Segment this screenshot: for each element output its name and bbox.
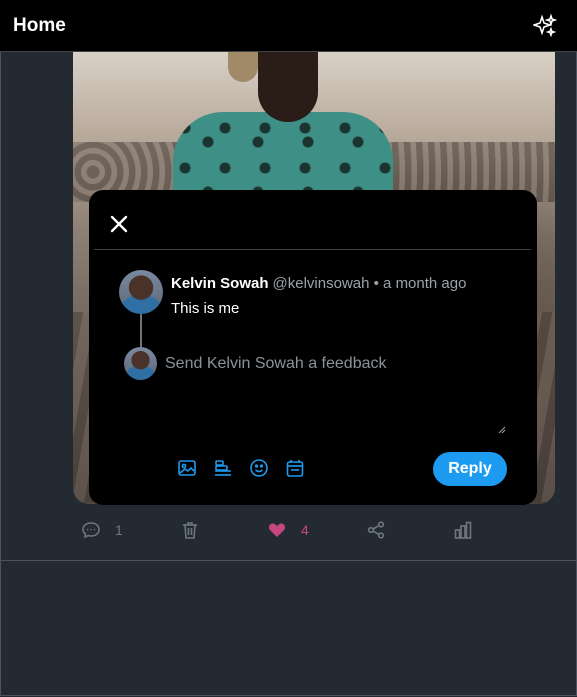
modal-divider <box>94 249 531 250</box>
image-subject-hat <box>228 52 258 82</box>
comment-icon <box>82 522 100 539</box>
like-action[interactable]: 4 <box>267 518 309 542</box>
schedule-icon[interactable] <box>285 458 305 478</box>
image-subject-neck <box>258 52 318 122</box>
thread-line <box>140 314 142 347</box>
share-icon <box>367 521 385 539</box>
author-name[interactable]: Kelvin Sowah <box>171 275 269 292</box>
emoji-icon[interactable] <box>249 458 269 478</box>
poll-icon[interactable] <box>213 458 233 478</box>
comment-count: 1 <box>115 522 123 538</box>
author-avatar[interactable] <box>119 270 163 314</box>
heart-icon <box>268 523 286 537</box>
reply-modal: Kelvin Sowah @kelvinsowah • a month ago T… <box>89 190 537 505</box>
reply-input[interactable] <box>165 355 505 433</box>
trash-icon <box>183 522 197 539</box>
reply-button[interactable]: Reply <box>433 452 507 486</box>
comment-action[interactable]: 1 <box>81 518 123 542</box>
author-meta: @kelvinsowah • a month ago <box>272 275 467 292</box>
image-icon[interactable] <box>177 458 197 478</box>
page-title: Home <box>13 15 66 36</box>
post-text: This is me <box>171 300 240 317</box>
user-avatar <box>124 347 157 380</box>
like-count: 4 <box>301 522 309 538</box>
resize-grip-icon[interactable] <box>498 426 506 434</box>
top-header: Home <box>0 0 577 52</box>
analytics-action[interactable] <box>453 518 473 542</box>
share-action[interactable] <box>366 518 386 542</box>
delete-action[interactable] <box>180 518 200 542</box>
sparkle-icon[interactable] <box>533 14 557 38</box>
post-actions: 1 4 <box>0 518 577 544</box>
analytics-icon <box>454 521 472 539</box>
close-icon[interactable] <box>109 214 129 234</box>
post-author: Kelvin Sowah @kelvinsowah • a month ago <box>171 275 466 292</box>
feed-divider <box>0 560 577 561</box>
